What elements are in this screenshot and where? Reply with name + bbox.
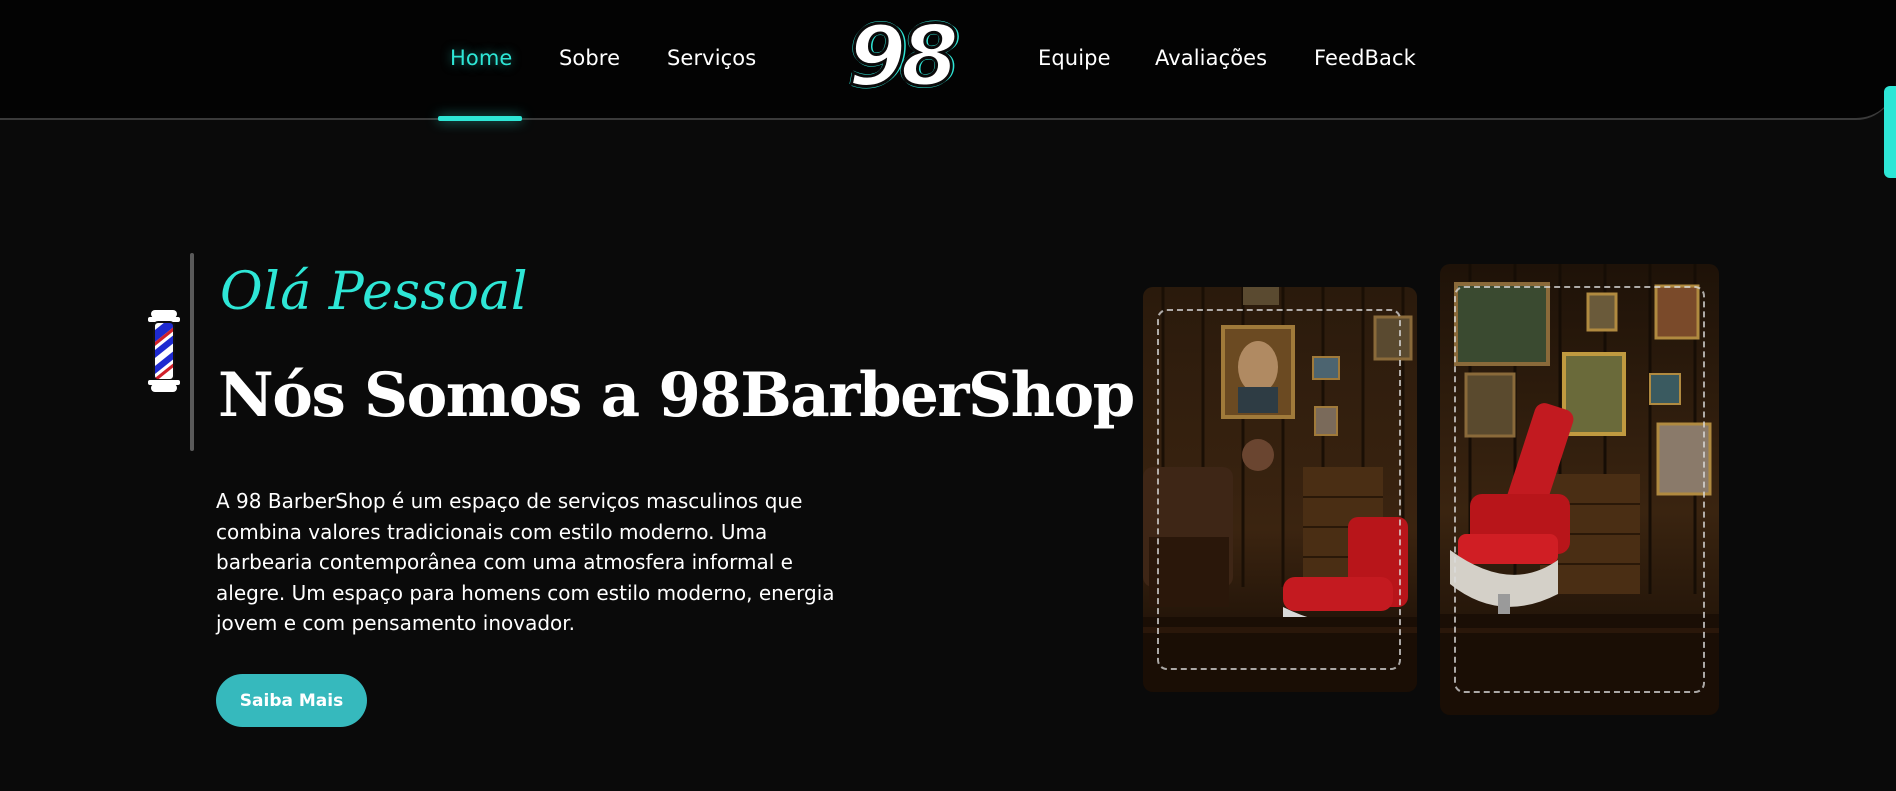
nav-equipe[interactable]: Equipe (1038, 46, 1111, 70)
barbershop-photo-right (1440, 264, 1719, 715)
barbershop-photo-left (1143, 287, 1417, 692)
hero-divider (190, 253, 194, 451)
photo-frame-right (1454, 286, 1705, 693)
logo-text: 98 (847, 7, 961, 105)
nav-home[interactable]: Home (450, 46, 512, 70)
nav-servicos[interactable]: Serviços (667, 46, 756, 70)
saiba-mais-button[interactable]: Saiba Mais (216, 674, 367, 727)
scrollbar-thumb[interactable] (1884, 86, 1896, 178)
nav-sobre[interactable]: Sobre (559, 46, 620, 70)
active-nav-indicator (438, 116, 522, 121)
nav-avaliacoes[interactable]: Avaliações (1155, 46, 1267, 70)
hero-description: A 98 BarberShop é um espaço de serviços … (216, 489, 835, 635)
nav-feedback[interactable]: FeedBack (1314, 46, 1416, 70)
barber-pole-icon (145, 308, 183, 394)
site-header: Home Sobre Serviços 98 Equipe Avaliações… (0, 0, 1896, 120)
hero-greeting: Olá Pessoal (220, 262, 529, 322)
photo-frame-left (1157, 309, 1401, 670)
brand-logo[interactable]: 98 (847, 11, 961, 102)
hero-headline: Nós Somos a 98BarberShop (218, 360, 1135, 431)
